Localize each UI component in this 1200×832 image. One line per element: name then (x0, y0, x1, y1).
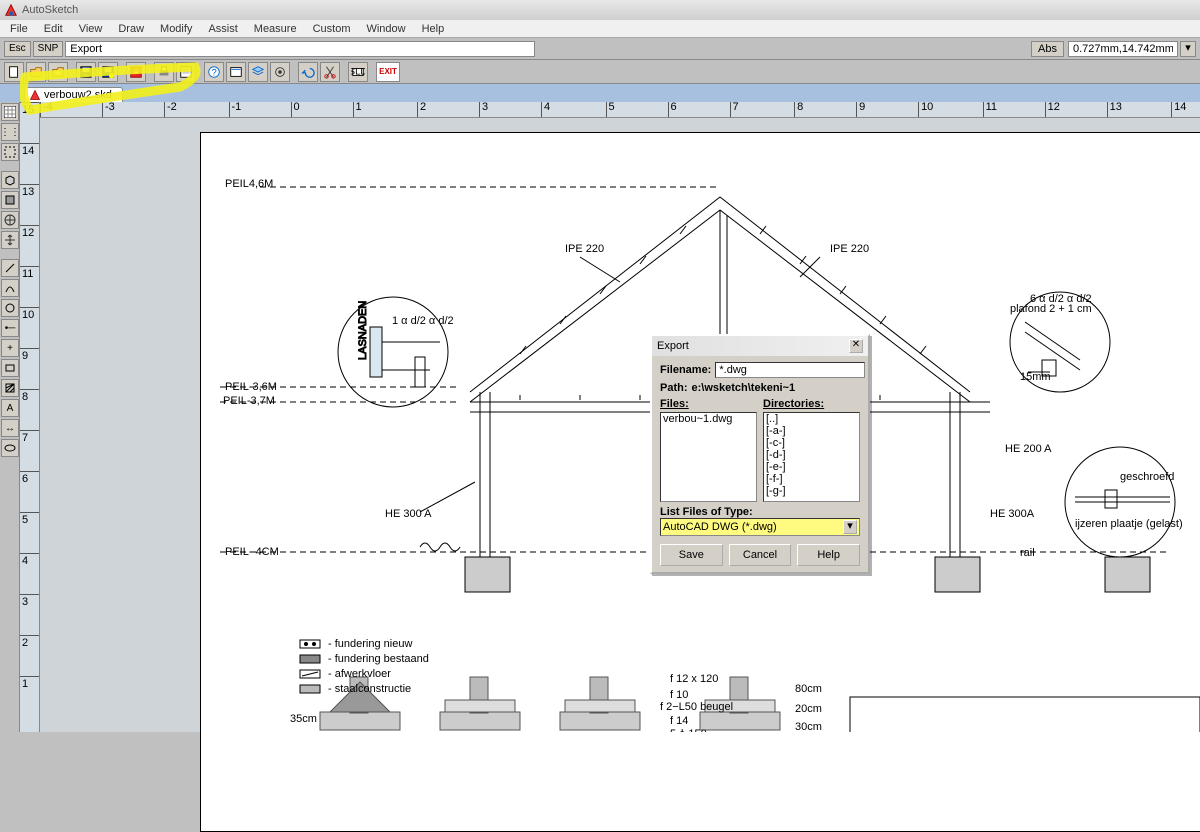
grid-icon[interactable] (1, 103, 19, 121)
cube-icon[interactable] (1, 191, 19, 209)
import-icon[interactable] (126, 62, 146, 82)
list-item[interactable]: [-d-] (764, 449, 859, 461)
dimension-icon[interactable]: ↔ (1, 419, 19, 437)
svg-text:SLD: SLD (351, 66, 365, 77)
menu-view[interactable]: View (71, 21, 111, 37)
directories-label: Directories: (763, 398, 860, 410)
line-icon[interactable] (1, 259, 19, 277)
menu-draw[interactable]: Draw (110, 21, 152, 37)
coord-dropdown-button[interactable]: ▾ (1180, 41, 1196, 57)
slide-icon[interactable]: SLD (348, 62, 368, 82)
menu-measure[interactable]: Measure (246, 21, 305, 37)
file-type-combo[interactable]: AutoCAD DWG (*.dwg) ▾ (660, 518, 860, 536)
ruler-vertical: 151413 121110 987 654 321 (20, 102, 40, 732)
print-icon[interactable] (154, 62, 174, 82)
new-file-icon[interactable] (4, 62, 24, 82)
open-file-icon[interactable] (26, 62, 46, 82)
directories-listbox[interactable]: [..] [-a-] [-c-] [-d-] [-e-] [-f-] [-g-] (763, 412, 860, 502)
doc-icon (29, 89, 41, 101)
menu-window[interactable]: Window (358, 21, 413, 37)
exit-button[interactable]: EXIT (376, 62, 400, 82)
menu-edit[interactable]: Edit (36, 21, 71, 37)
export-dialog: Export ✕ Filename: Path: e:\wsketch\teke… (650, 334, 870, 574)
chevron-down-icon[interactable]: ▾ (843, 520, 857, 534)
app-title: AutoSketch (22, 4, 78, 16)
side-toolbar: ⋮⋮ •─ + A ↔ (0, 102, 20, 732)
list-item[interactable]: [-a-] (764, 425, 859, 437)
filename-label: Filename: (660, 364, 711, 376)
main-toolbar: ? SLD EXIT (0, 60, 1200, 84)
canvas-area[interactable]: 151413 121110 987 654 321 -4-3-2 -101 23… (20, 102, 1200, 732)
save-button[interactable]: Save (660, 544, 723, 566)
hatch-icon[interactable] (1, 379, 19, 397)
coordinates-display[interactable] (1068, 41, 1178, 57)
print-preview-icon[interactable] (176, 62, 196, 82)
command-input[interactable] (65, 41, 535, 57)
files-label: Files: (660, 398, 757, 410)
document-tab-label: verbouw2.skd (44, 89, 112, 101)
layers-icon[interactable] (248, 62, 268, 82)
point-icon[interactable]: •─ (1, 319, 19, 337)
menu-help[interactable]: Help (414, 21, 453, 37)
dialog-titlebar[interactable]: Export ✕ (652, 336, 868, 356)
menu-file[interactable]: File (2, 21, 36, 37)
files-listbox[interactable]: verbou~1.dwg (660, 412, 757, 502)
circle-icon[interactable] (1, 299, 19, 317)
menu-assist[interactable]: Assist (200, 21, 245, 37)
menu-custom[interactable]: Custom (305, 21, 359, 37)
document-tab[interactable]: verbouw2.skd (24, 87, 123, 102)
file-type-value: AutoCAD DWG (*.dwg) (663, 521, 777, 533)
ellipse-icon[interactable] (1, 439, 19, 457)
list-item[interactable]: [..] (764, 413, 859, 425)
cross-icon[interactable]: + (1, 339, 19, 357)
grid-dot-icon[interactable]: ⋮⋮ (1, 123, 19, 141)
globe-icon[interactable] (1, 211, 19, 229)
filename-input[interactable] (715, 362, 865, 378)
settings-icon[interactable] (270, 62, 290, 82)
list-item[interactable]: verbou~1.dwg (661, 413, 756, 425)
rect-icon[interactable] (1, 359, 19, 377)
select-icon[interactable] (1, 143, 19, 161)
dialog-title: Export (657, 340, 689, 352)
help-icon[interactable]: ? (204, 62, 224, 82)
esc-button[interactable]: Esc (4, 41, 31, 57)
abs-mode-button[interactable]: Abs (1031, 41, 1064, 57)
save-icon[interactable] (76, 62, 96, 82)
help-button[interactable]: Help (797, 544, 860, 566)
open-template-icon[interactable] (48, 62, 68, 82)
document-tab-bar: verbouw2.skd (0, 84, 1200, 102)
workspace: ⋮⋮ •─ + A ↔ 151413 121110 987 654 321 -4… (0, 102, 1200, 732)
about-icon[interactable] (226, 62, 246, 82)
menu-bar: File Edit View Draw Modify Assist Measur… (0, 20, 1200, 38)
save-as-icon[interactable] (98, 62, 118, 82)
cut-icon[interactable] (320, 62, 340, 82)
menu-modify[interactable]: Modify (152, 21, 200, 37)
undo-icon[interactable] (298, 62, 318, 82)
list-item[interactable]: [-g-] (764, 485, 859, 497)
path-label: Path: (660, 382, 688, 394)
svg-text:?: ? (211, 67, 216, 78)
view3d-icon[interactable] (1, 171, 19, 189)
title-bar: AutoSketch (0, 0, 1200, 20)
move-icon[interactable] (1, 231, 19, 249)
snap-button[interactable]: SNP (33, 41, 64, 57)
command-bar: Esc SNP Abs ▾ (0, 38, 1200, 60)
ruler-horizontal: -4-3-2 -101 234 567 8910 111213 14 (40, 102, 1200, 118)
list-item[interactable]: [-e-] (764, 461, 859, 473)
file-type-label: List Files of Type: (660, 506, 753, 518)
cancel-button[interactable]: Cancel (729, 544, 792, 566)
list-item[interactable]: [-c-] (764, 437, 859, 449)
text-icon[interactable]: A (1, 399, 19, 417)
list-item[interactable]: [-f-] (764, 473, 859, 485)
path-value: e:\wsketch\tekeni~1 (692, 382, 796, 394)
arc-icon[interactable] (1, 279, 19, 297)
app-icon (4, 3, 18, 17)
close-icon[interactable]: ✕ (849, 339, 863, 353)
